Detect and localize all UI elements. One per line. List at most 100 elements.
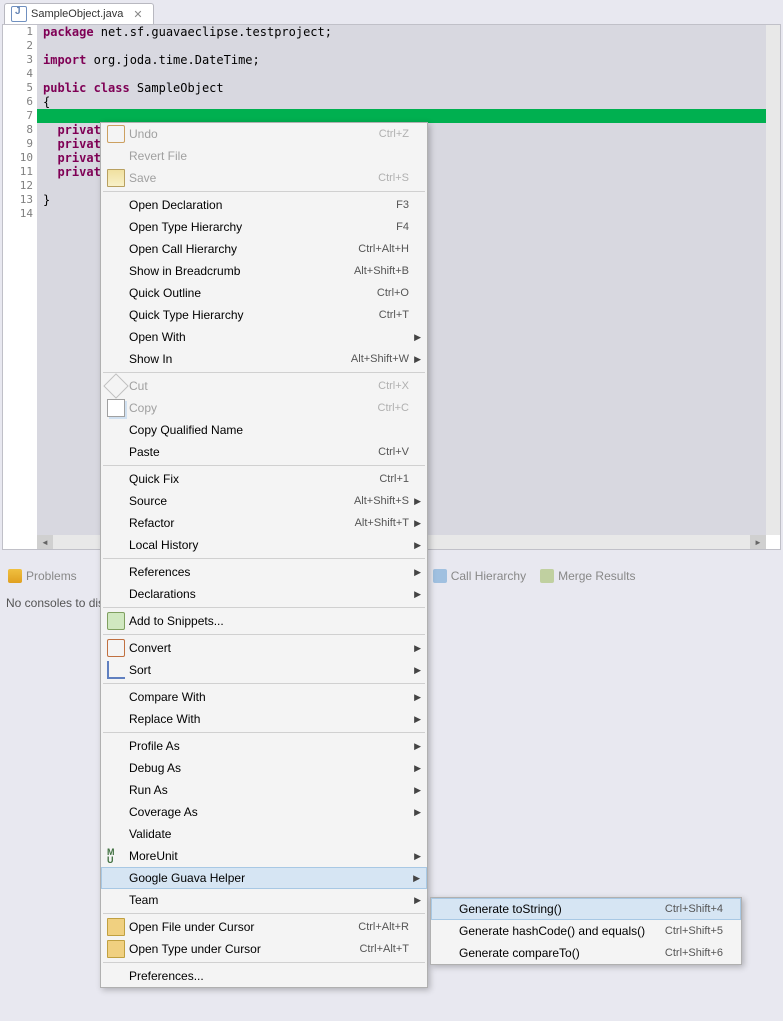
tab-filename: SampleObject.java [31,8,123,20]
code-line[interactable]: import org.joda.time.DateTime; [37,53,766,67]
submenu-arrow-icon: ▶ [414,567,421,578]
menu-item-show-in-breadcrumb[interactable]: Show in BreadcrumbAlt+Shift+B [101,260,427,282]
menu-accelerator: Alt+Shift+S [354,495,409,507]
menu-item-source[interactable]: SourceAlt+Shift+S▶ [101,490,427,512]
line-number: 11 [3,165,37,179]
menu-accelerator: Ctrl+Z [379,128,409,140]
mu-icon: M U [107,848,123,864]
menu-item-label: Sort [129,663,409,677]
menu-item-open-type-under-cursor[interactable]: Open Type under CursorCtrl+Alt+T [101,938,427,960]
menu-accelerator: Ctrl+Alt+R [358,921,409,933]
menu-item-preferences[interactable]: Preferences... [101,965,427,987]
menu-item-local-history[interactable]: Local History▶ [101,534,427,556]
menu-item-label: Open Type Hierarchy [129,220,396,234]
open-icon [107,940,125,958]
menu-accelerator: Ctrl+Shift+5 [665,925,723,937]
menu-item-run-as[interactable]: Run As▶ [101,779,427,801]
submenu-arrow-icon: ▶ [413,873,420,884]
scroll-right-icon[interactable]: ► [750,535,766,549]
menu-item-quick-outline[interactable]: Quick OutlineCtrl+O [101,282,427,304]
menu-item-label: Open Call Hierarchy [129,242,358,256]
submenu-arrow-icon: ▶ [414,851,421,862]
menu-item-copy-qualified-name[interactable]: Copy Qualified Name [101,419,427,441]
submenu-arrow-icon: ▶ [414,741,421,752]
menu-item-compare-with[interactable]: Compare With▶ [101,686,427,708]
merge-icon [540,569,554,583]
code-line[interactable] [37,67,766,81]
snip-icon [107,612,125,630]
menu-item-open-call-hierarchy[interactable]: Open Call HierarchyCtrl+Alt+H [101,238,427,260]
submenu-arrow-icon: ▶ [414,518,421,529]
menu-item-label: Open Type under Cursor [129,942,359,956]
menu-item-open-declaration[interactable]: Open DeclarationF3 [101,194,427,216]
submenu-guava[interactable]: Generate toString()Ctrl+Shift+4Generate … [430,897,742,965]
menu-separator [103,372,425,373]
menu-item-coverage-as[interactable]: Coverage As▶ [101,801,427,823]
menu-accelerator: Ctrl+Alt+H [358,243,409,255]
line-number: 13 [3,193,37,207]
call-hierarchy-tab[interactable]: Call Hierarchy [433,569,526,583]
menu-item-copy: CopyCtrl+C [101,397,427,419]
close-icon[interactable]: ✕ [133,8,142,21]
menu-item-label: Undo [129,127,379,141]
menu-item-label: Quick Outline [129,286,377,300]
java-file-icon [11,6,27,22]
menu-accelerator: Ctrl+Shift+6 [665,947,723,959]
menu-item-debug-as[interactable]: Debug As▶ [101,757,427,779]
code-line[interactable] [37,109,766,123]
menu-item-sort[interactable]: Sort▶ [101,659,427,681]
menu-item-add-to-snippets[interactable]: Add to Snippets... [101,610,427,632]
menu-item-label: Refactor [129,516,355,530]
menu-separator [103,634,425,635]
menu-item-show-in[interactable]: Show InAlt+Shift+W▶ [101,348,427,370]
menu-accelerator: Ctrl+1 [379,473,409,485]
menu-item-generate-compareto[interactable]: Generate compareTo()Ctrl+Shift+6 [431,942,741,964]
menu-separator [103,962,425,963]
menu-item-validate[interactable]: Validate [101,823,427,845]
submenu-arrow-icon: ▶ [414,332,421,343]
menu-item-open-with[interactable]: Open With▶ [101,326,427,348]
menu-item-label: Show In [129,352,351,366]
problems-tab[interactable]: Problems [8,569,77,583]
menu-accelerator: Ctrl+V [378,446,409,458]
code-line[interactable]: package net.sf.guavaeclipse.testproject; [37,25,766,39]
save-icon [107,169,125,187]
menu-item-label: Team [129,893,409,907]
code-line[interactable]: { [37,95,766,109]
menu-item-generate-tostring[interactable]: Generate toString()Ctrl+Shift+4 [431,898,741,920]
menu-item-open-file-under-cursor[interactable]: Open File under CursorCtrl+Alt+R [101,916,427,938]
call-hierarchy-label: Call Hierarchy [451,569,526,583]
menu-item-paste[interactable]: PasteCtrl+V [101,441,427,463]
submenu-arrow-icon: ▶ [414,354,421,365]
menu-item-profile-as[interactable]: Profile As ▶ [101,735,427,757]
menu-item-label: Cut [129,379,378,393]
submenu-arrow-icon: ▶ [414,895,421,906]
menu-item-moreunit[interactable]: M UMoreUnit▶ [101,845,427,867]
merge-results-tab[interactable]: Merge Results [540,569,635,583]
menu-item-label: Coverage As [129,805,409,819]
menu-item-label: Revert File [129,149,409,163]
menu-item-quick-type-hierarchy[interactable]: Quick Type HierarchyCtrl+T [101,304,427,326]
menu-item-generate-hashcode-and-equals[interactable]: Generate hashCode() and equals()Ctrl+Shi… [431,920,741,942]
scroll-left-icon[interactable]: ◄ [37,535,53,549]
menu-item-replace-with[interactable]: Replace With▶ [101,708,427,730]
code-line[interactable] [37,39,766,53]
menu-item-team[interactable]: Team ▶ [101,889,427,911]
menu-item-refactor[interactable]: RefactorAlt+Shift+T▶ [101,512,427,534]
line-number: 4 [3,67,37,81]
editor-tab[interactable]: SampleObject.java ✕ [4,3,154,24]
menu-item-declarations[interactable]: Declarations▶ [101,583,427,605]
merge-label: Merge Results [558,569,635,583]
context-menu[interactable]: UndoCtrl+ZRevert FileSaveCtrl+SOpen Decl… [100,122,428,988]
code-line[interactable]: public class SampleObject [37,81,766,95]
menu-item-label: Copy [129,401,378,415]
menu-item-references[interactable]: References▶ [101,561,427,583]
editor-tabbar: SampleObject.java ✕ [0,0,783,24]
menu-item-convert[interactable]: Convert▶ [101,637,427,659]
menu-item-label: Profile As [129,739,409,753]
line-number: 6 [3,95,37,109]
menu-item-quick-fix[interactable]: Quick FixCtrl+1 [101,468,427,490]
menu-item-google-guava-helper[interactable]: Google Guava Helper▶ [101,867,427,889]
vertical-scrollbar[interactable] [766,25,780,535]
menu-item-open-type-hierarchy[interactable]: Open Type HierarchyF4 [101,216,427,238]
